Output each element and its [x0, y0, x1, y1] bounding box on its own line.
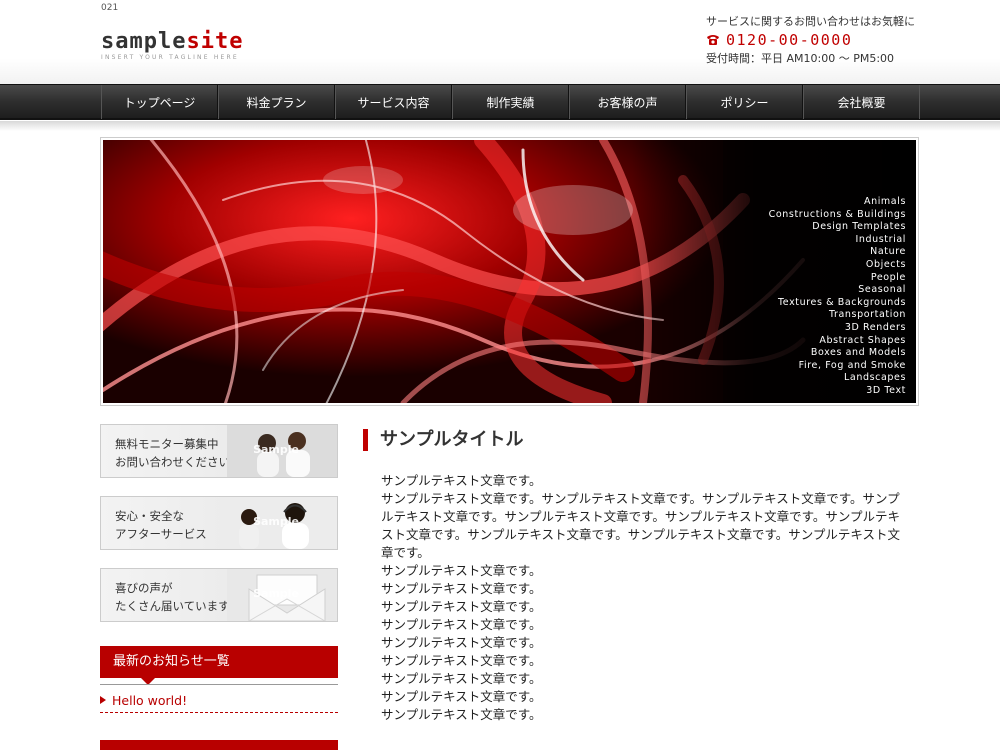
hero-category-label: Abstract Shapes [819, 334, 906, 346]
header: 021 samplesite INSERT YOUR TAGLINE HERE … [0, 0, 1000, 84]
body-paragraph: サンプルテキスト文章です。 [381, 671, 542, 686]
nav-item[interactable]: 会社概要 [803, 85, 920, 119]
nav-item[interactable]: お客様の声 [569, 85, 686, 119]
hero-category-label: Objects [865, 258, 906, 270]
phone-number[interactable]: 0120-00-0000 [706, 30, 906, 49]
body-paragraph: サンプルテキスト文章です。 [381, 635, 542, 650]
contact-lead: サービスに関するお問い合わせはお気軽に [706, 15, 915, 28]
hero-category-label: Landscapes [844, 372, 906, 384]
contact-info: サービスに関するお問い合わせはお気軽に 0120-00-0000 受付時間：平日… [706, 13, 915, 66]
body-paragraph: サンプルテキスト文章です。 [381, 653, 542, 668]
phone-icon [707, 35, 719, 45]
hero-category-label: Constructions & Buildings [768, 208, 906, 220]
nav-shadow [0, 121, 1000, 131]
logo-part-1: sample [101, 29, 187, 54]
nav-item[interactable]: 料金プラン [218, 85, 335, 119]
hero-category-label: 3D Renders [844, 321, 906, 333]
logo-wordmark: samplesite [101, 29, 291, 54]
banner-line-2: お問い合わせください [115, 455, 230, 469]
banner-line-1: 喜びの声が [115, 581, 173, 595]
hero-category-label: Nature [870, 246, 906, 258]
phone-text: 0120-00-0000 [726, 30, 853, 49]
nav-item[interactable]: 制作実績 [452, 85, 569, 119]
hero-category-label: People [870, 271, 906, 283]
nav-item[interactable]: トップページ [101, 85, 218, 119]
hero-category-label: Boxes and Models [810, 347, 906, 359]
body-paragraph: サンプルテキスト文章です。 [381, 707, 542, 722]
logo-part-2: site [186, 29, 244, 54]
banner-line-1: 無料モニター募集中 [115, 437, 219, 451]
body-paragraph: サンプルテキスト文章です。 [381, 599, 542, 614]
banner-line-2: たくさん届いています [115, 599, 230, 613]
hero-category-label: 3D Text [866, 384, 906, 396]
hero-banner: Animals Constructions & Buildings Design T… [100, 137, 919, 406]
nav-item[interactable]: ポリシー [686, 85, 803, 119]
news-divider [100, 684, 338, 685]
body-paragraph: サンプルテキスト文章です。 [381, 563, 542, 578]
hero-category-label: Animals [863, 196, 906, 207]
triangle-bullet-icon [100, 696, 106, 704]
banner-line-1: 安心・安全な [115, 509, 184, 523]
body-paragraph: サンプルテキスト文章です。サンプルテキスト文章です。サンプルテキスト文章です。サ… [381, 491, 901, 560]
banner-after-service[interactable]: 安心・安全な アフターサービス Sample [100, 496, 338, 550]
news-list-item[interactable]: Hello world! [100, 693, 338, 713]
banner-watermark: Sample [253, 587, 299, 600]
nav-list: トップページ 料金プラン サービス内容 制作実績 お客様の声 ポリシー 会社概要 [101, 85, 920, 119]
hero-category-label: Design Templates [812, 221, 906, 233]
nav-item[interactable]: サービス内容 [335, 85, 452, 119]
body-paragraph: サンプルテキスト文章です。 [381, 617, 542, 632]
business-hours: 受付時間：平日 AM10:00 ～ PM5:00 [706, 52, 895, 65]
banner-testimonials[interactable]: 喜びの声が たくさん届いています Sample [100, 568, 338, 622]
hero-category-label: Seasonal [858, 284, 906, 296]
hero-category-label: Textures & Backgrounds [778, 296, 906, 308]
body-paragraph: サンプルテキスト文章です。 [381, 581, 542, 596]
page-title: サンプルタイトル [363, 429, 523, 451]
hero-category-label: Industrial [855, 233, 906, 245]
hero-category-label: Transportation [829, 309, 906, 321]
banner-text: 無料モニター募集中 お問い合わせください [115, 435, 230, 471]
main-content: サンプルテキスト文章です。 サンプルテキスト文章です。サンプルテキスト文章です。サ… [381, 472, 909, 724]
body-paragraph: サンプルテキスト文章です。 [381, 689, 542, 704]
body-paragraph: サンプルテキスト文章です。 [381, 473, 542, 488]
hero-category-list: Animals Constructions & Buildings Design T… [769, 196, 906, 398]
hero-image: Animals Constructions & Buildings Design T… [103, 140, 916, 403]
tagline: INSERT YOUR TAGLINE HERE [101, 54, 239, 61]
banner-line-2: アフターサービス [115, 527, 207, 541]
news-link[interactable]: Hello world! [112, 693, 187, 708]
site-code: 021 [101, 3, 119, 13]
site-logo[interactable]: samplesite INSERT YOUR TAGLINE HERE [101, 29, 291, 62]
banner-watermark: Sample [253, 443, 299, 456]
news-heading: 最新のお知らせ一覧 [100, 646, 338, 678]
banner-text: 安心・安全な アフターサービス [115, 507, 207, 543]
banner-text: 喜びの声が たくさん届いています [115, 579, 230, 615]
next-section-heading [100, 740, 338, 750]
banner-watermark: Sample [253, 515, 299, 528]
hero-category-label: Fire, Fog and Smoke [798, 359, 906, 371]
global-nav: トップページ 料金プラン サービス内容 制作実績 お客様の声 ポリシー 会社概要 [0, 84, 1000, 120]
banner-monitor[interactable]: 無料モニター募集中 お問い合わせください Sample [100, 424, 338, 478]
